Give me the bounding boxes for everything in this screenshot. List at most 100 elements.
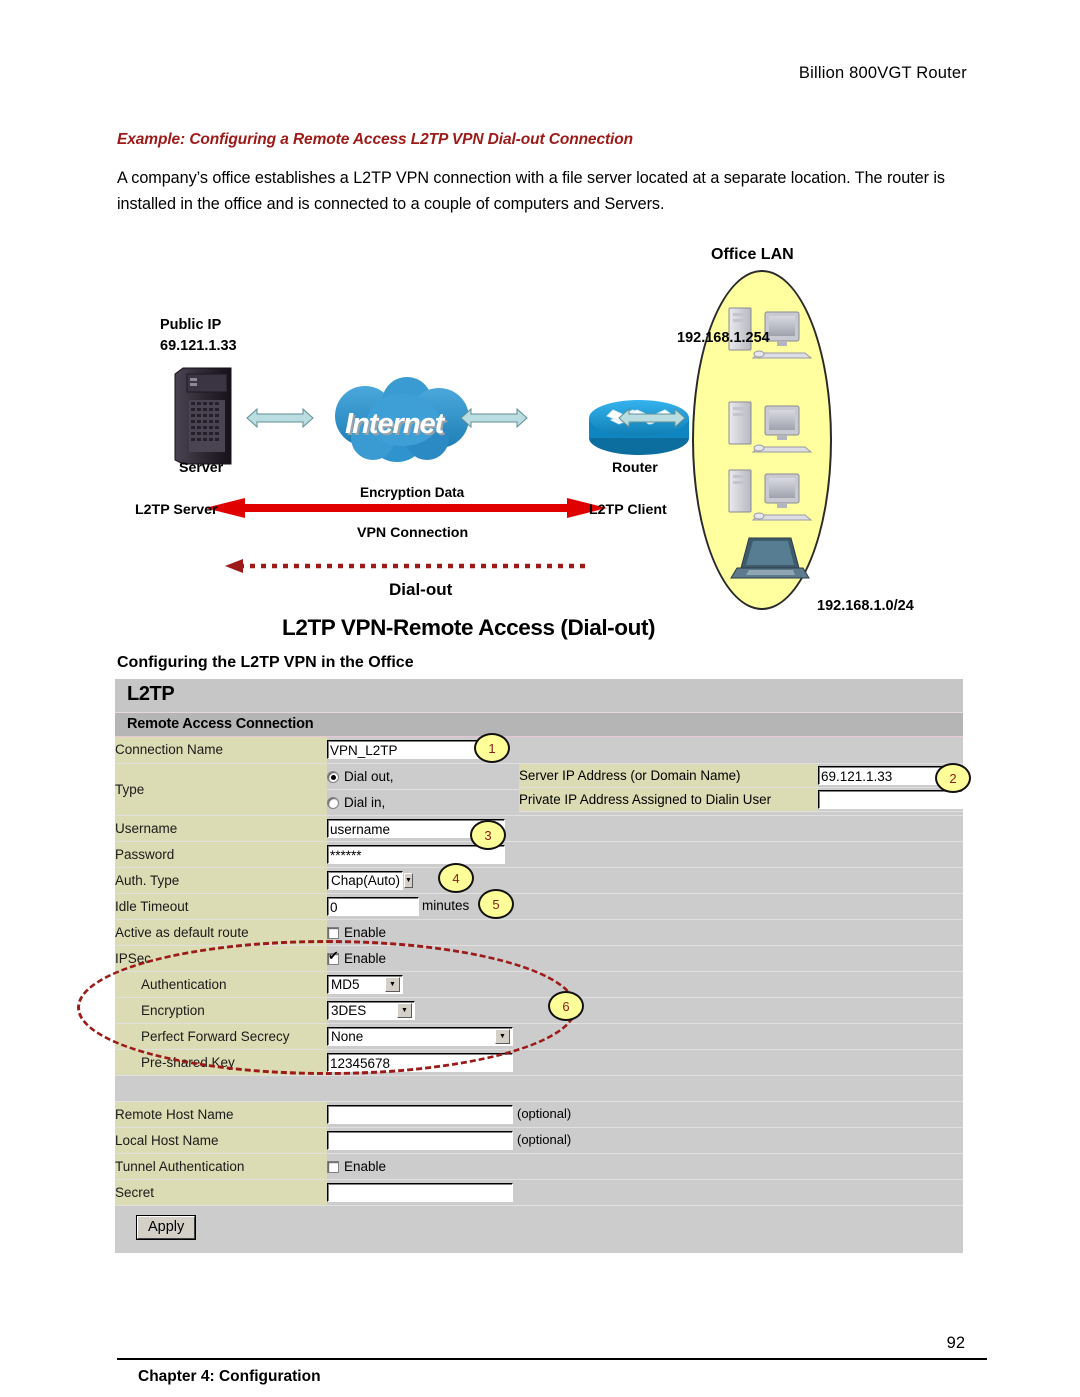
callout-6: 6 <box>548 991 584 1021</box>
router-icon <box>589 400 689 455</box>
auth-type-label: Auth. Type <box>115 867 327 894</box>
type-label: Type <box>115 763 327 816</box>
dial-in-radio[interactable] <box>327 796 339 809</box>
auth-type-select[interactable]: Chap(Auto) ▼ <box>327 870 413 890</box>
encryption-data-label: Encryption Data <box>360 485 465 500</box>
chevron-down-icon: ▼ <box>404 872 413 888</box>
callout-4: 4 <box>438 863 474 893</box>
table-row-local-host: Local Host Name (optional) <box>115 1127 963 1154</box>
public-ip-title: Public IP <box>160 317 222 333</box>
router-label: Router <box>612 460 658 476</box>
lan-subnet-label: 192.168.1.0/24 <box>817 598 914 614</box>
private-ip-input[interactable] <box>818 790 963 809</box>
idle-timeout-unit: minutes <box>422 897 470 913</box>
callout-3: 3 <box>470 820 506 850</box>
chevron-down-icon: ▼ <box>385 976 400 992</box>
vpn-connection-label: VPN Connection <box>357 525 469 541</box>
callout-1: 1 <box>474 733 510 763</box>
table-row-auth-type: Auth. Type Chap(Auto) ▼ <box>115 867 963 894</box>
pfs-label: Perfect Forward Secrecy <box>115 1023 327 1050</box>
connection-name-label: Connection Name <box>115 737 327 764</box>
password-label: Password <box>115 841 327 868</box>
local-host-label: Local Host Name <box>115 1127 327 1154</box>
idle-timeout-input[interactable]: 0 <box>327 896 419 916</box>
table-row-authentication: Authentication MD5 ▼ <box>115 971 963 998</box>
diagram-title: L2TP VPN-Remote Access (Dial-out) <box>282 615 656 640</box>
callout-2: 2 <box>935 763 971 793</box>
tunnel-auth-checkbox[interactable] <box>327 1160 339 1173</box>
preshared-key-input[interactable]: 12345678 <box>327 1052 513 1072</box>
encryption-value: 3DES <box>331 1002 367 1018</box>
table-row-pfs: Perfect Forward Secrecy None ▼ <box>115 1023 963 1050</box>
page-header: Billion 800VGT Router <box>798 64 967 82</box>
server-ip-label: Server IP Address (or Domain Name) <box>519 763 818 788</box>
network-diagram: Office LAN Public IP 69.121.1.33 192.168… <box>117 230 937 642</box>
callout-5: 5 <box>478 889 514 919</box>
remote-host-note: (optional) <box>517 1105 572 1121</box>
ipsec-checkbox[interactable] <box>327 949 339 965</box>
secret-label: Secret <box>115 1179 327 1206</box>
chevron-down-icon: ▼ <box>495 1028 510 1044</box>
idle-timeout-label: Idle Timeout <box>115 893 327 920</box>
l2tp-settings-table: Connection Name VPN_L2TP Type Dial out, … <box>115 737 963 1206</box>
server-label: Server <box>179 460 224 476</box>
table-row-connection-name: Connection Name VPN_L2TP <box>115 737 963 764</box>
tunnel-auth-label: Tunnel Authentication <box>115 1153 327 1180</box>
table-row-active-default-route: Active as default route Enable <box>115 919 963 946</box>
internet-label: Internet <box>345 408 444 440</box>
local-host-input[interactable] <box>327 1130 513 1150</box>
authentication-label: Authentication <box>115 971 327 998</box>
remote-host-input[interactable] <box>327 1104 513 1124</box>
encryption-label: Encryption <box>115 997 327 1024</box>
pfs-value: None <box>331 1028 364 1044</box>
public-ip-label: Public IP 69.121.1.33 <box>160 315 237 357</box>
table-row-tunnel-auth: Tunnel Authentication Enable <box>115 1153 963 1180</box>
chevron-down-icon: ▼ <box>397 1002 412 1018</box>
office-lan-label: Office LAN <box>711 246 794 263</box>
table-row-spacer <box>115 1075 963 1102</box>
ipsec-label: IPSec <box>115 945 327 972</box>
dial-in-label: Dial in, <box>344 794 386 810</box>
dial-out-radio[interactable] <box>327 770 339 783</box>
pfs-select[interactable]: None ▼ <box>327 1026 513 1046</box>
dial-out-label: Dial out, <box>344 768 394 784</box>
secret-input[interactable] <box>327 1182 513 1202</box>
intro-paragraph: A company’s office establishes a L2TP VP… <box>117 169 945 213</box>
l2tp-server-label: L2TP Server <box>135 502 218 518</box>
ipsec-enable-label: Enable <box>344 950 387 966</box>
table-row-secret: Secret <box>115 1179 963 1206</box>
l2tp-client-label: L2TP Client <box>589 502 667 518</box>
panel-subtitle: Remote Access Connection <box>115 713 963 737</box>
remote-host-label: Remote Host Name <box>115 1101 327 1128</box>
footer-divider <box>117 1358 987 1360</box>
config-section-heading: Configuring the L2TP VPN in the Office <box>117 654 414 671</box>
public-ip-value: 69.121.1.33 <box>160 338 237 354</box>
dial-out-label: Dial-out <box>389 580 453 599</box>
table-row-encryption: Encryption 3DES ▼ <box>115 997 963 1024</box>
table-row-idle-timeout: Idle Timeout 0 minutes <box>115 893 963 920</box>
encryption-select[interactable]: 3DES ▼ <box>327 1000 415 1020</box>
authentication-value: MD5 <box>331 976 360 992</box>
private-ip-label: Private IP Address Assigned to Dialin Us… <box>519 787 818 812</box>
spacer-row <box>115 1075 963 1102</box>
authentication-select[interactable]: MD5 ▼ <box>327 974 403 994</box>
preshared-key-label: Pre-shared Key <box>115 1049 327 1076</box>
office-lan-oval <box>692 270 832 610</box>
table-row-server-ip: Server IP Address (or Domain Name) 69.12… <box>519 763 963 788</box>
active-default-route-label: Active as default route <box>115 919 327 946</box>
table-row-remote-host: Remote Host Name (optional) <box>115 1101 963 1128</box>
table-row-ipsec: IPSec Enable <box>115 945 963 972</box>
table-row-preshared-key: Pre-shared Key 12345678 <box>115 1049 963 1076</box>
panel-title: L2TP <box>115 679 963 713</box>
vpn-connection-arrow <box>205 498 607 518</box>
router-lan-ip-label: 192.168.1.254 <box>677 330 770 346</box>
apply-button[interactable]: Apply <box>135 1214 197 1240</box>
active-default-route-checkbox[interactable] <box>327 926 339 939</box>
table-row-type: Type Dial out, Server IP Address (or Dom… <box>115 763 963 816</box>
table-row-password: Password ****** <box>115 841 963 868</box>
bidirectional-arrow <box>246 407 686 429</box>
ip-address-subtable: Server IP Address (or Domain Name) 69.12… <box>519 763 963 812</box>
l2tp-config-panel: L2TP Remote Access Connection Connection… <box>115 679 963 1253</box>
auth-type-value: Chap(Auto) <box>331 872 401 888</box>
dial-out-arrow <box>225 559 587 573</box>
